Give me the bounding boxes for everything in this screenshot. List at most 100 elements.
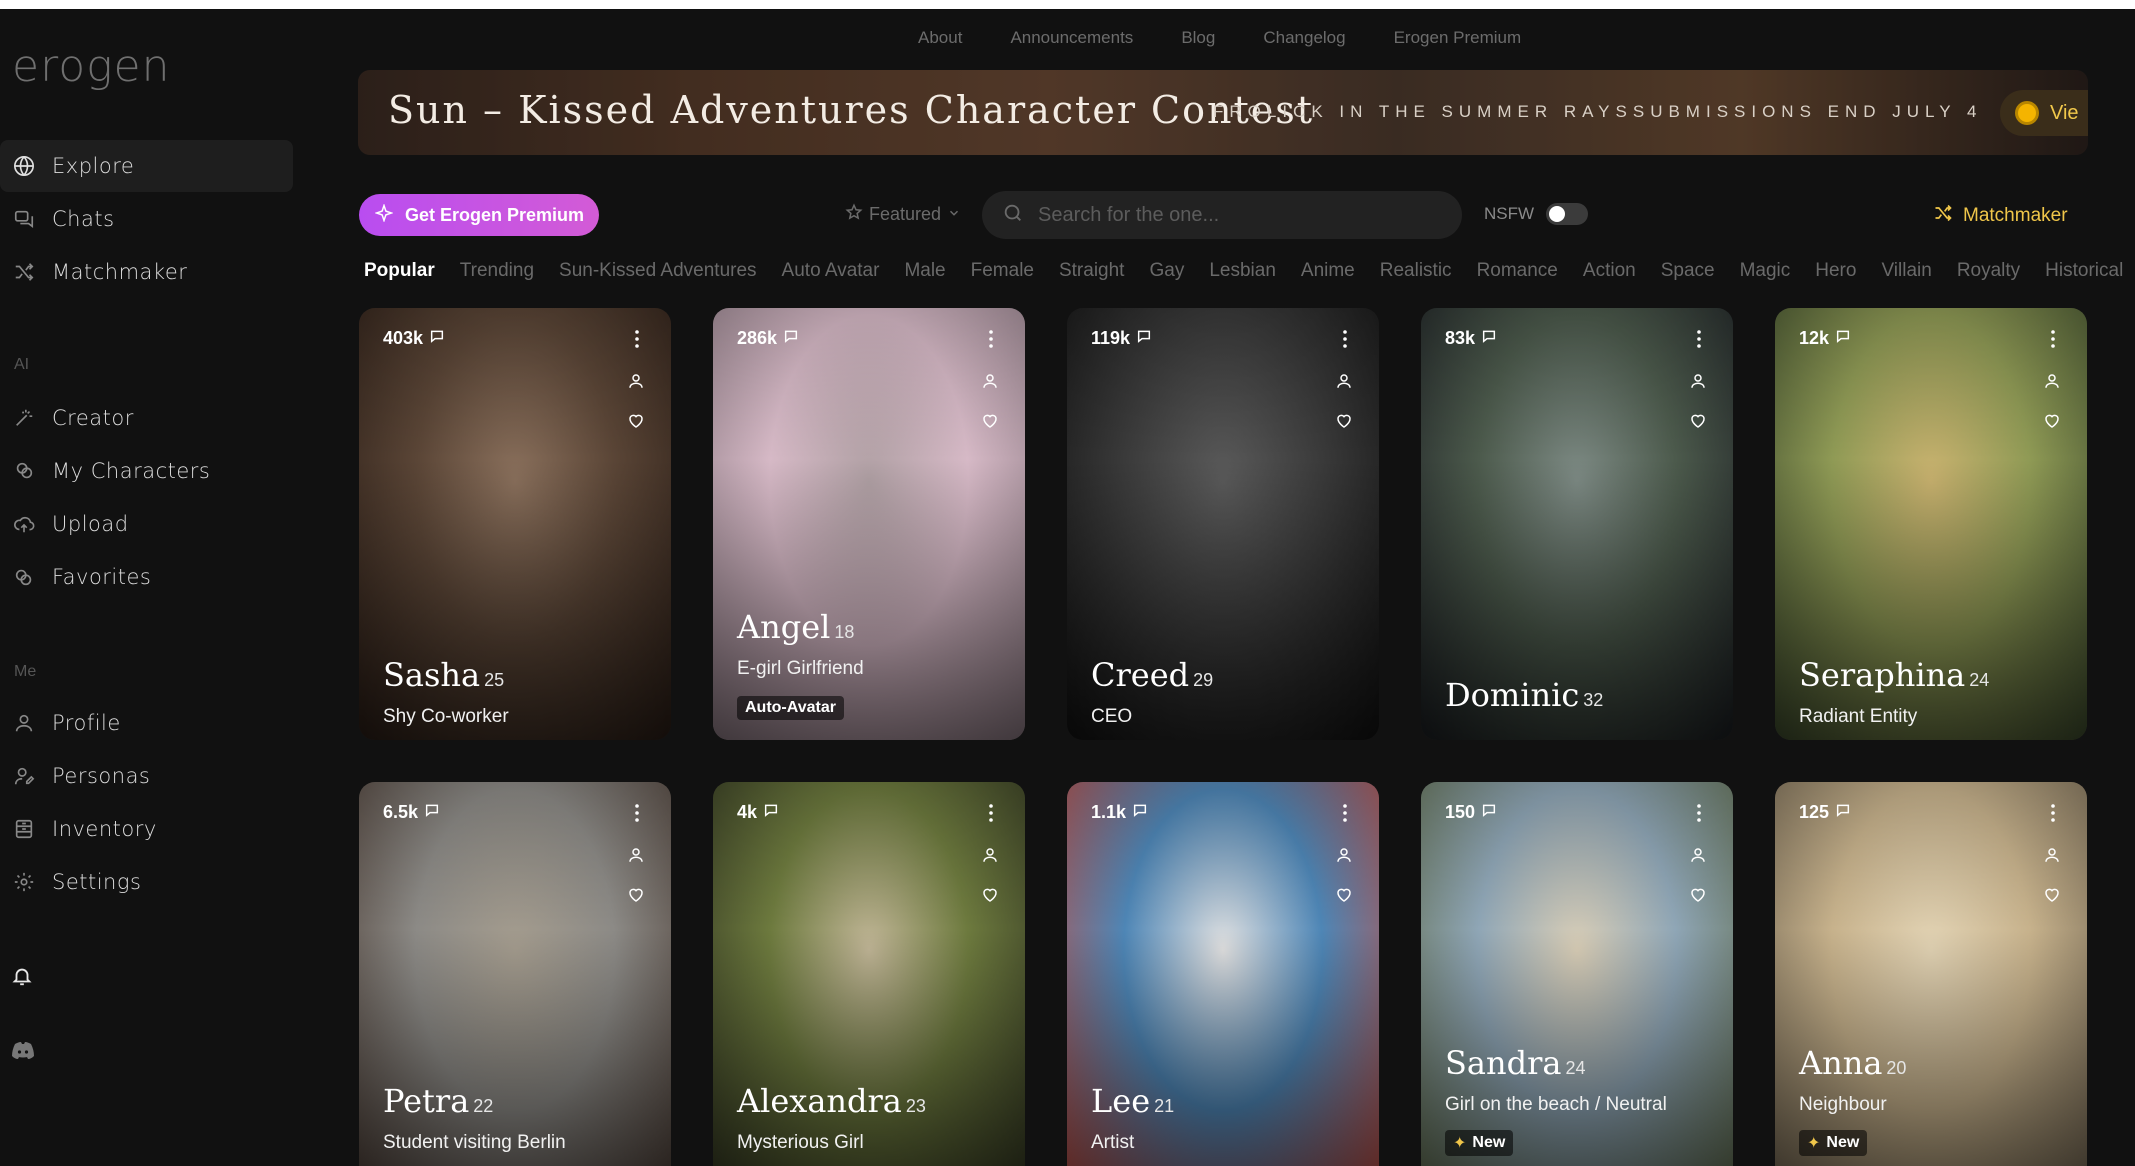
character-card[interactable]: 286k Angel 18 E-girl Girlfriend Auto-Avatar (713, 308, 1025, 740)
more-icon[interactable] (1343, 804, 1347, 822)
more-icon[interactable] (635, 330, 639, 348)
banner-view-button[interactable]: Vie (2000, 90, 2088, 136)
sidebar-item-my-characters[interactable]: My Characters (0, 445, 293, 497)
chat-count-value: 4k (737, 802, 758, 822)
persona-icon[interactable] (2043, 372, 2061, 395)
persona-icon[interactable] (627, 846, 645, 869)
character-card[interactable]: 119k Creed 29 CEO (1067, 308, 1379, 740)
chat-bubble-icon (424, 802, 440, 823)
character-badge: ✦ New (1799, 1130, 1868, 1156)
heart-icon[interactable] (1335, 412, 1353, 435)
sidebar-item-label: Matchmaker (52, 260, 188, 284)
search-bar[interactable] (982, 191, 1462, 239)
category-tags: Popular Trending Sun-Kissed Adventures Auto… (364, 260, 2135, 282)
toplink-erogen-premium[interactable]: Erogen Premium (1394, 28, 1522, 48)
toplink-announcements[interactable]: Announcements (1010, 28, 1133, 48)
tag-historical[interactable]: Historical (2045, 260, 2123, 282)
bell-icon[interactable] (11, 965, 35, 989)
more-icon[interactable] (1697, 330, 1701, 348)
persona-icon[interactable] (1335, 846, 1353, 869)
logo[interactable]: erogen (12, 41, 170, 92)
more-icon[interactable] (635, 804, 639, 822)
character-card[interactable]: 83k Dominic 32 (1421, 308, 1733, 740)
character-description: Girl on the beach / Neutral (1445, 1094, 1667, 1115)
persona-icon[interactable] (981, 372, 999, 395)
chat-bubble-icon (1835, 328, 1851, 349)
tag-hero[interactable]: Hero (1815, 260, 1856, 282)
more-icon[interactable] (2051, 804, 2055, 822)
sidebar-item-settings[interactable]: Settings (0, 856, 293, 908)
tag-action[interactable]: Action (1583, 260, 1636, 282)
heart-icon[interactable] (2043, 412, 2061, 435)
sidebar-item-personas[interactable]: Personas (0, 750, 293, 802)
more-icon[interactable] (2051, 330, 2055, 348)
character-description: Artist (1091, 1132, 1135, 1153)
heart-icon[interactable] (981, 886, 999, 909)
sidebar-item-favorites[interactable]: Favorites (0, 551, 293, 603)
heart-icon[interactable] (627, 412, 645, 435)
heart-icon[interactable] (1689, 412, 1707, 435)
chat-count: 4k (737, 802, 779, 823)
persona-icon[interactable] (1689, 846, 1707, 869)
tag-male[interactable]: Male (904, 260, 945, 282)
heart-icon[interactable] (1689, 886, 1707, 909)
toplink-changelog[interactable]: Changelog (1263, 28, 1345, 48)
more-icon[interactable] (989, 804, 993, 822)
character-card[interactable]: 12k Seraphina 24 Radiant Entity (1775, 308, 2087, 740)
persona-icon[interactable] (1689, 372, 1707, 395)
contest-banner[interactable]: Sun – Kissed Adventures Character Contes… (358, 70, 2088, 155)
tag-magic[interactable]: Magic (1740, 260, 1791, 282)
tag-romance[interactable]: Romance (1477, 260, 1558, 282)
get-premium-button[interactable]: Get Erogen Premium (359, 194, 599, 236)
tag-realistic[interactable]: Realistic (1380, 260, 1452, 282)
sidebar-item-profile[interactable]: Profile (0, 697, 293, 749)
heart-icon[interactable] (2043, 886, 2061, 909)
tag-trending[interactable]: Trending (460, 260, 534, 282)
character-card[interactable]: 403k Sasha 25 Shy Co-worker (359, 308, 671, 740)
more-icon[interactable] (989, 330, 993, 348)
sidebar-item-inventory[interactable]: Inventory (0, 803, 293, 855)
toplink-about[interactable]: About (918, 28, 962, 48)
more-icon[interactable] (1343, 330, 1347, 348)
character-card[interactable]: 4k Alexandra 23 Mysterious Girl (713, 782, 1025, 1166)
chat-icon (12, 207, 36, 231)
sidebar-item-explore[interactable]: Explore (0, 140, 293, 192)
tag-straight[interactable]: Straight (1059, 260, 1124, 282)
tag-female[interactable]: Female (971, 260, 1034, 282)
heart-icon[interactable] (627, 886, 645, 909)
persona-icon[interactable] (1335, 372, 1353, 395)
persona-icon[interactable] (2043, 846, 2061, 869)
matchmaker-button[interactable]: Matchmaker (1933, 203, 2068, 229)
tag-sun-kissed-adventures[interactable]: Sun-Kissed Adventures (559, 260, 757, 282)
character-name: Dominic 32 (1445, 676, 1603, 714)
tag-royalty[interactable]: Royalty (1957, 260, 2020, 282)
character-card[interactable]: 125 Anna 20 Neighbour ✦ New (1775, 782, 2087, 1166)
character-card[interactable]: 6.5k Petra 22 Student visiting Berlin (359, 782, 671, 1166)
top-links: About Announcements Blog Changelog Eroge… (918, 28, 1569, 48)
character-name-text: Lee (1091, 1082, 1151, 1120)
tag-auto-avatar[interactable]: Auto Avatar (782, 260, 880, 282)
persona-icon[interactable] (627, 372, 645, 395)
character-card[interactable]: 150 Sandra 24 Girl on the beach / Neutral ✦ N… (1421, 782, 1733, 1166)
persona-icon[interactable] (981, 846, 999, 869)
tag-gay[interactable]: Gay (1149, 260, 1184, 282)
toplink-blog[interactable]: Blog (1181, 28, 1215, 48)
tag-popular[interactable]: Popular (364, 260, 435, 282)
search-input[interactable] (1038, 203, 1438, 227)
nsfw-toggle[interactable] (1546, 203, 1589, 225)
tag-villain[interactable]: Villain (1881, 260, 1931, 282)
sort-dropdown[interactable]: Featured (845, 203, 961, 226)
sidebar-item-matchmaker[interactable]: Matchmaker (0, 246, 293, 298)
tag-lesbian[interactable]: Lesbian (1209, 260, 1276, 282)
discord-icon[interactable] (11, 1040, 35, 1064)
sidebar-item-chats[interactable]: Chats (0, 193, 293, 245)
sidebar-item-upload[interactable]: Upload (0, 498, 293, 550)
heart-icon[interactable] (981, 412, 999, 435)
heart-icon[interactable] (1335, 886, 1353, 909)
tag-space[interactable]: Space (1661, 260, 1715, 282)
sidebar-item-creator[interactable]: Creator (0, 392, 293, 444)
tag-anime[interactable]: Anime (1301, 260, 1355, 282)
character-card[interactable]: 1.1k Lee 21 Artist (1067, 782, 1379, 1166)
chat-count-value: 403k (383, 328, 424, 348)
more-icon[interactable] (1697, 804, 1701, 822)
